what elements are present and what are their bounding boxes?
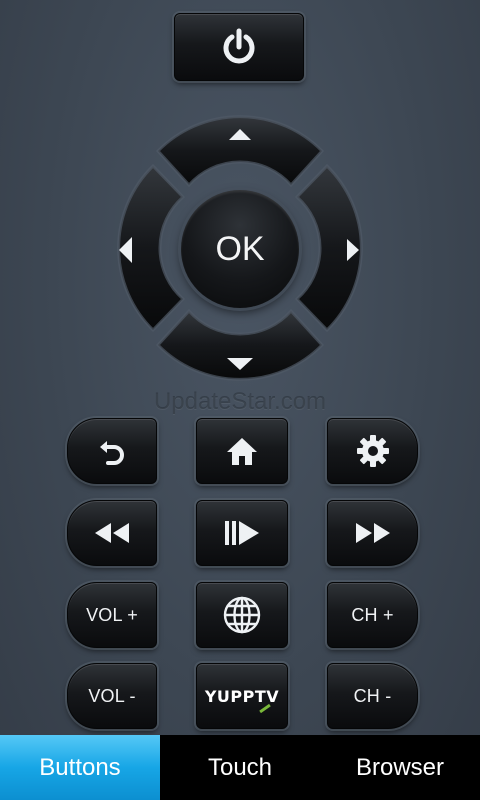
yupptv-logo: YUPPTV: [204, 686, 280, 706]
tab-touch[interactable]: Touch: [160, 735, 320, 800]
tab-touch-label: Touch: [207, 753, 273, 781]
ok-button[interactable]: OK: [181, 190, 299, 308]
fast-forward-icon: [354, 522, 392, 544]
home-icon: [225, 436, 259, 466]
channel-up-label: CH +: [351, 604, 394, 625]
browser-button[interactable]: [196, 582, 288, 648]
ok-label: OK: [215, 229, 265, 268]
volume-down-label: VOL -: [88, 685, 136, 706]
play-pause-icon: [223, 519, 261, 547]
dpad-up-button[interactable]: [155, 115, 325, 188]
rewind-icon: [93, 522, 131, 544]
tab-buttons[interactable]: Buttons: [0, 735, 160, 800]
back-arrow-icon: [96, 435, 128, 467]
volume-up-label: VOL +: [86, 604, 138, 625]
play-pause-button[interactable]: [196, 500, 288, 566]
gear-icon: [356, 434, 390, 468]
rewind-button[interactable]: [67, 500, 157, 566]
fast-forward-button[interactable]: [327, 500, 418, 566]
channel-up-button[interactable]: CH +: [327, 582, 418, 648]
watermark: UpdateStar.com: [153, 388, 327, 415]
settings-button[interactable]: [327, 418, 418, 484]
volume-down-button[interactable]: VOL -: [67, 663, 157, 729]
globe-icon: [222, 595, 262, 635]
power-icon: [219, 27, 259, 67]
yupptv-button[interactable]: YUPPTV: [196, 663, 288, 729]
volume-up-button[interactable]: VOL +: [67, 582, 157, 648]
tab-bar: Buttons Touch Browser: [0, 735, 480, 800]
power-button[interactable]: [174, 13, 304, 81]
home-button[interactable]: [196, 418, 288, 484]
tab-browser[interactable]: Browser: [320, 735, 480, 800]
tab-browser-label: Browser: [355, 753, 445, 781]
channel-down-button[interactable]: CH -: [327, 663, 418, 729]
back-button[interactable]: [67, 418, 157, 484]
channel-down-label: CH -: [353, 685, 392, 706]
tab-buttons-label: Buttons: [39, 753, 121, 781]
